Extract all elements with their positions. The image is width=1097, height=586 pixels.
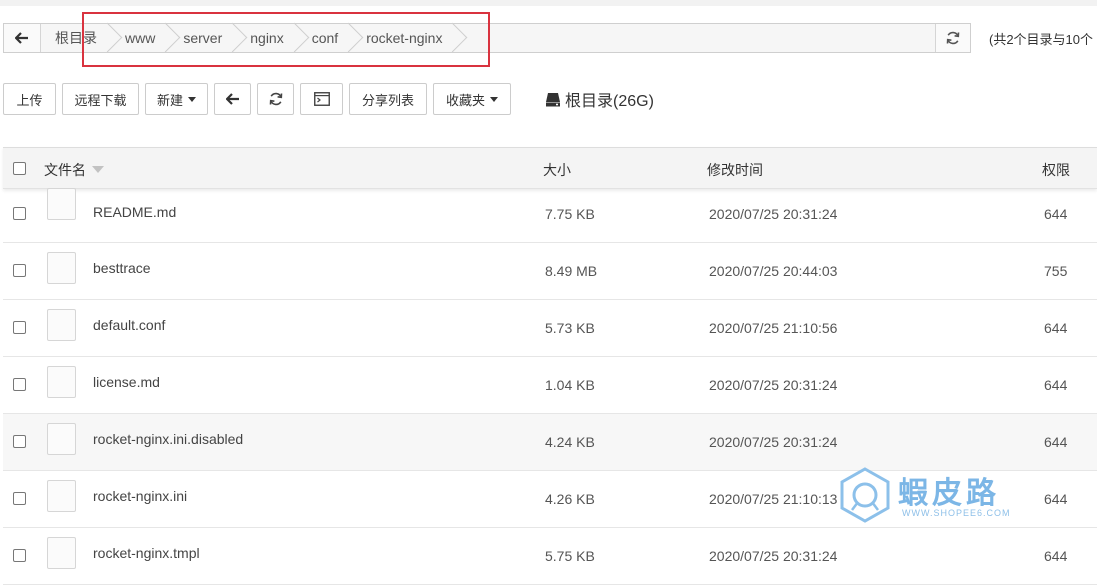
file-icon — [47, 537, 76, 569]
refresh-icon — [269, 92, 282, 106]
table-row[interactable]: rocket-nginx.ini 4.26 KB 2020/07/25 21:1… — [3, 471, 1097, 528]
remote-download-button[interactable]: 远程下载 — [62, 83, 139, 115]
file-modified: 2020/07/25 20:31:24 — [709, 206, 838, 222]
column-header-name[interactable]: 文件名 — [44, 160, 104, 180]
path-back-button[interactable] — [4, 24, 41, 52]
file-permission[interactable]: 644 — [1044, 491, 1067, 507]
file-icon — [47, 366, 76, 398]
path-refresh-button[interactable] — [935, 24, 970, 52]
terminal-button[interactable] — [300, 83, 343, 115]
file-size: 8.49 MB — [545, 263, 598, 279]
file-size: 5.75 KB — [545, 548, 595, 564]
file-name[interactable]: README.md — [93, 204, 176, 220]
file-list: README.md 7.75 KB 2020/07/25 20:31:24 64… — [3, 186, 1097, 585]
column-header-modified[interactable]: 修改时间 — [707, 160, 763, 180]
table-header: 文件名 大小 修改时间 权限 — [3, 147, 1097, 189]
terminal-icon — [313, 92, 330, 106]
favorites-button[interactable]: 收藏夹 — [433, 83, 511, 115]
row-checkbox[interactable] — [13, 264, 26, 277]
file-size: 4.26 KB — [545, 491, 595, 507]
upload-button[interactable]: 上传 — [3, 83, 56, 115]
file-permission[interactable]: 644 — [1044, 548, 1067, 564]
breadcrumb-www[interactable]: www — [111, 24, 169, 52]
file-icon — [47, 480, 76, 512]
file-permission[interactable]: 644 — [1044, 206, 1067, 222]
file-permission[interactable]: 644 — [1044, 434, 1067, 450]
table-row[interactable]: README.md 7.75 KB 2020/07/25 20:31:24 64… — [3, 186, 1097, 243]
refresh-icon — [946, 31, 960, 45]
file-modified: 2020/07/25 20:31:24 — [709, 548, 838, 564]
path-bar: 根目录 www server nginx conf rocket-nginx — [3, 23, 971, 53]
breadcrumb-conf[interactable]: conf — [298, 24, 352, 52]
column-header-permission[interactable]: 权限 — [1042, 160, 1070, 180]
file-size: 7.75 KB — [545, 206, 595, 222]
hard-drive-icon — [546, 92, 560, 106]
row-checkbox[interactable] — [13, 207, 26, 220]
select-all-checkbox[interactable] — [13, 162, 26, 175]
toolbar: 上传 远程下载 新建 分享列表 收藏夹 根目录(26G) — [3, 83, 654, 115]
breadcrumb-root[interactable]: 根目录 — [41, 24, 111, 52]
column-header-name-label: 文件名 — [44, 162, 86, 178]
file-icon — [47, 252, 76, 284]
table-row[interactable]: default.conf 5.73 KB 2020/07/25 21:10:56… — [3, 300, 1097, 357]
arrow-left-icon — [225, 93, 239, 105]
new-button[interactable]: 新建 — [145, 83, 208, 115]
file-modified: 2020/07/25 21:10:13 — [709, 491, 838, 507]
row-checkbox[interactable] — [13, 435, 26, 448]
disk-info[interactable]: 根目录(26G) — [545, 87, 654, 111]
caret-down-icon — [188, 96, 196, 102]
file-icon — [47, 423, 76, 455]
file-modified: 2020/07/25 20:31:24 — [709, 377, 838, 393]
file-name[interactable]: besttrace — [93, 260, 151, 276]
row-checkbox[interactable] — [13, 549, 26, 562]
file-size: 1.04 KB — [545, 377, 595, 393]
row-checkbox[interactable] — [13, 378, 26, 391]
file-modified: 2020/07/25 20:44:03 — [709, 263, 838, 279]
file-permission[interactable]: 755 — [1044, 263, 1067, 279]
file-name[interactable]: rocket-nginx.ini.disabled — [93, 431, 243, 447]
top-strip — [0, 0, 1097, 6]
back-button[interactable] — [214, 83, 251, 115]
file-permission[interactable]: 644 — [1044, 377, 1067, 393]
breadcrumb-server[interactable]: server — [169, 24, 236, 52]
file-name[interactable]: default.conf — [93, 317, 165, 333]
file-modified: 2020/07/25 21:10:56 — [709, 320, 838, 336]
disk-label: 根目录(26G) — [565, 93, 654, 110]
breadcrumb-nginx[interactable]: nginx — [236, 24, 297, 52]
table-row[interactable]: besttrace 8.49 MB 2020/07/25 20:44:03 75… — [3, 243, 1097, 300]
breadcrumb: 根目录 www server nginx conf rocket-nginx — [41, 24, 935, 52]
table-row[interactable]: rocket-nginx.tmpl 5.75 KB 2020/07/25 20:… — [3, 528, 1097, 585]
row-checkbox[interactable] — [13, 492, 26, 505]
row-checkbox[interactable] — [13, 321, 26, 334]
share-list-button[interactable]: 分享列表 — [349, 83, 427, 115]
refresh-button[interactable] — [257, 83, 294, 115]
breadcrumb-rocket-nginx[interactable]: rocket-nginx — [352, 24, 456, 52]
table-row[interactable]: rocket-nginx.ini.disabled 4.24 KB 2020/0… — [3, 414, 1097, 471]
table-row[interactable]: license.md 1.04 KB 2020/07/25 20:31:24 6… — [3, 357, 1097, 414]
caret-down-icon — [490, 96, 498, 102]
favorites-button-label: 收藏夹 — [445, 92, 485, 108]
file-name[interactable]: license.md — [93, 374, 160, 390]
path-summary: (共2个目录与10个 — [989, 32, 1094, 47]
new-button-label: 新建 — [156, 92, 183, 108]
file-permission[interactable]: 644 — [1044, 320, 1067, 336]
file-size: 5.73 KB — [545, 320, 595, 336]
file-name[interactable]: rocket-nginx.tmpl — [93, 545, 200, 561]
file-icon — [47, 309, 76, 341]
file-icon — [47, 188, 76, 220]
arrow-left-icon — [15, 32, 28, 44]
file-name[interactable]: rocket-nginx.ini — [93, 488, 187, 504]
file-size: 4.24 KB — [545, 434, 595, 450]
column-header-size[interactable]: 大小 — [543, 160, 571, 180]
file-modified: 2020/07/25 20:31:24 — [709, 434, 838, 450]
sort-desc-icon — [92, 166, 104, 173]
